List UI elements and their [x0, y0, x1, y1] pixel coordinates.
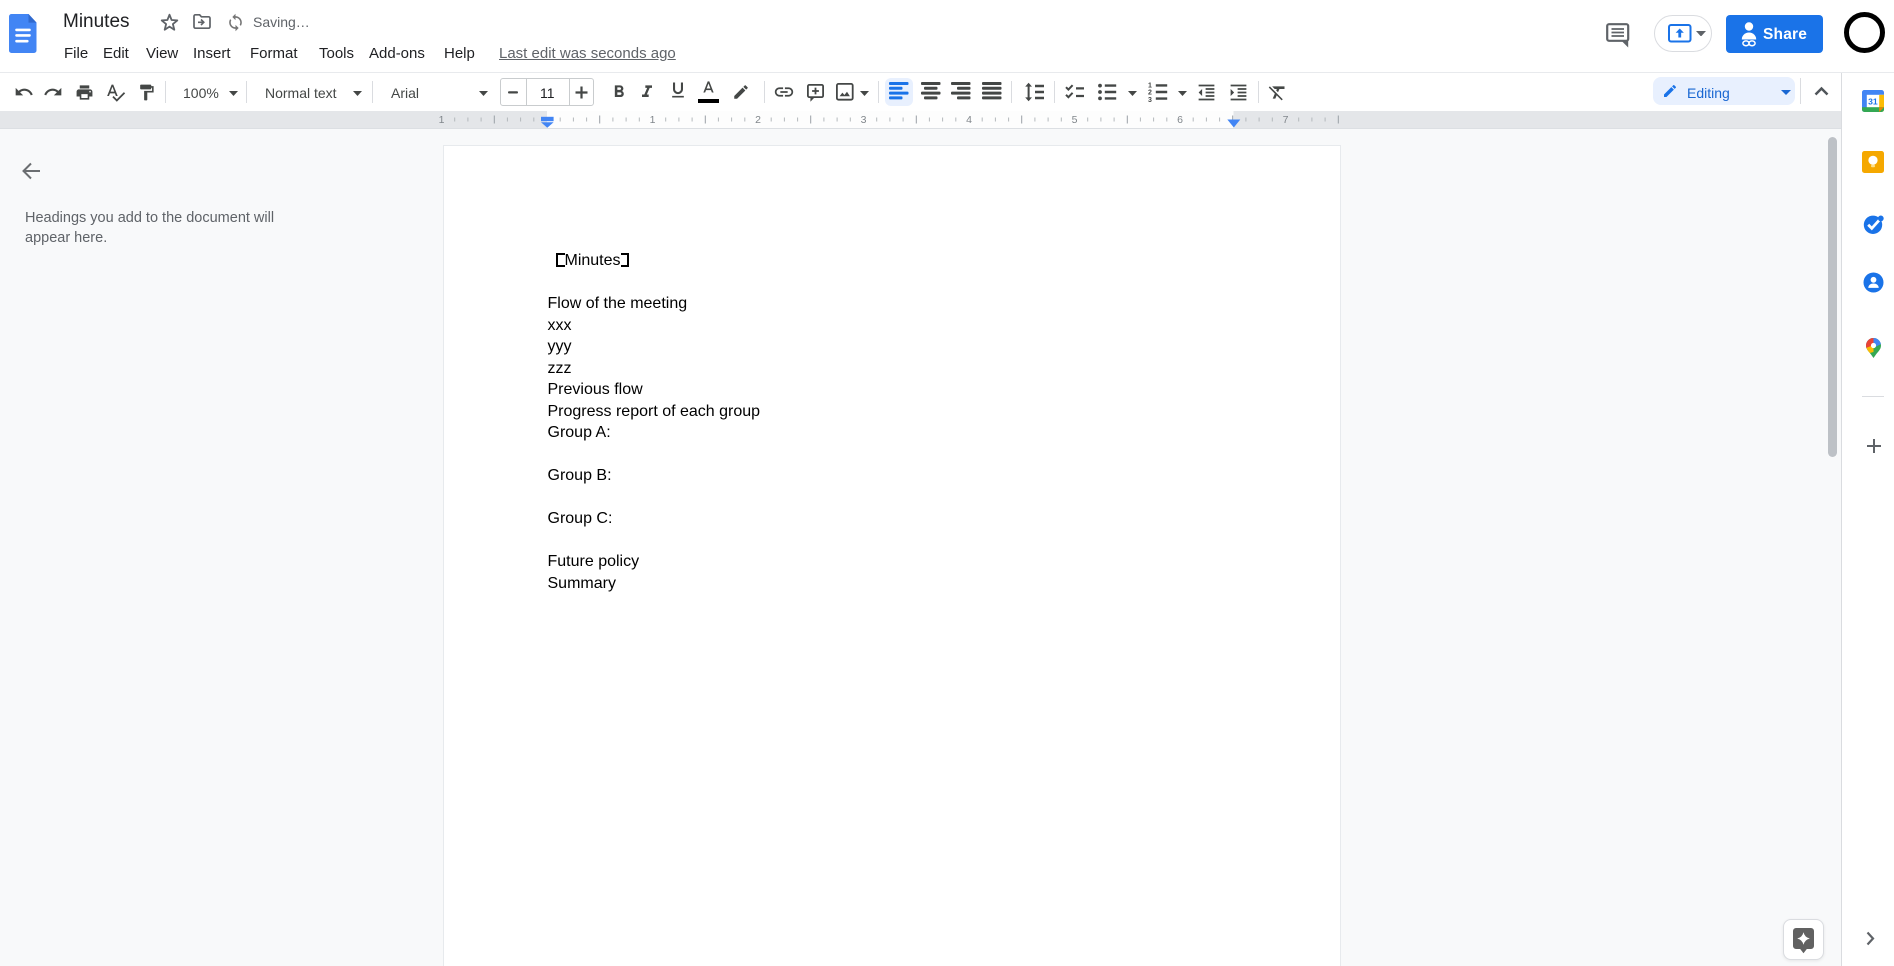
svg-text:7: 7 [1283, 114, 1289, 126]
svg-text:1: 1 [439, 114, 445, 126]
svg-text:31: 31 [1868, 97, 1878, 107]
svg-text:3: 3 [861, 114, 867, 126]
svg-text:3: 3 [1148, 97, 1152, 102]
svg-text:1: 1 [1148, 82, 1152, 89]
svg-text:1: 1 [650, 114, 656, 126]
svg-text:2: 2 [1148, 90, 1152, 97]
svg-text:2: 2 [755, 114, 761, 126]
svg-text:5: 5 [1072, 114, 1078, 126]
svg-text:4: 4 [966, 114, 972, 126]
svg-text:6: 6 [1177, 114, 1183, 126]
